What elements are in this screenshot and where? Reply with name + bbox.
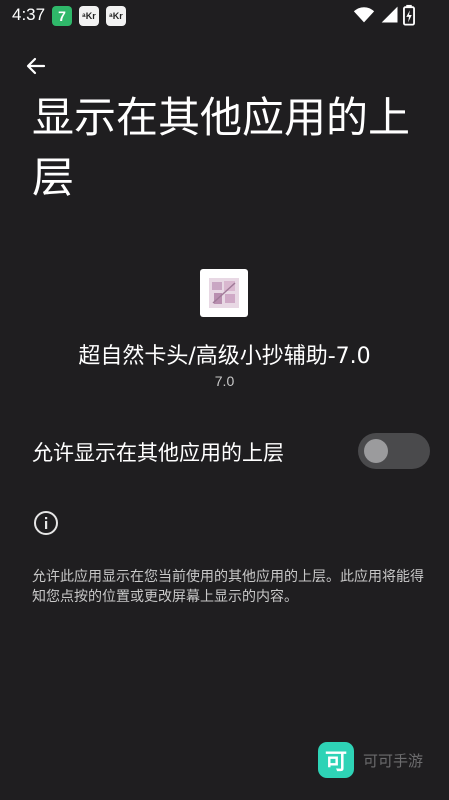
watermark-text: 可可手游 bbox=[363, 752, 424, 770]
permission-row[interactable]: 允许显示在其他应用的上层 bbox=[0, 420, 449, 482]
info-icon bbox=[34, 511, 58, 535]
notification-kr-icon: ᵃKr bbox=[79, 6, 99, 26]
wifi-icon bbox=[353, 7, 375, 23]
app-thumbnail-icon bbox=[209, 278, 239, 308]
status-time: 4:37 bbox=[12, 5, 46, 24]
app-name: 超自然卡头/高级小抄辅助-7.0 bbox=[78, 344, 371, 369]
page-title: 显示在其他应用的上层 bbox=[32, 93, 411, 202]
battery-icon bbox=[403, 4, 415, 26]
permission-toggle[interactable] bbox=[358, 433, 430, 469]
permission-description: 允许此应用显示在您当前使用的其他应用的上层。此应用将能得知您点按的位置或更改屏幕… bbox=[32, 569, 424, 605]
screen: 4:37 7 ᵃKr ᵃKr 显示在其他应用的上层 超自然卡头/高级小抄辅助-7… bbox=[0, 0, 449, 800]
status-bar: 4:37 7 ᵃKr ᵃKr bbox=[0, 0, 449, 32]
notification-kr-icon: ᵃKr bbox=[106, 6, 126, 26]
app-icon bbox=[200, 269, 248, 317]
permission-label: 允许显示在其他应用的上层 bbox=[32, 441, 284, 465]
app-version: 7.0 bbox=[214, 373, 235, 389]
toggle-knob bbox=[364, 439, 388, 463]
arrow-left-icon bbox=[26, 57, 46, 75]
watermark-logo: 可 bbox=[318, 742, 354, 778]
signal-icon bbox=[381, 6, 398, 23]
back-button[interactable] bbox=[18, 48, 54, 84]
notification-app-icon: 7 bbox=[52, 6, 72, 26]
